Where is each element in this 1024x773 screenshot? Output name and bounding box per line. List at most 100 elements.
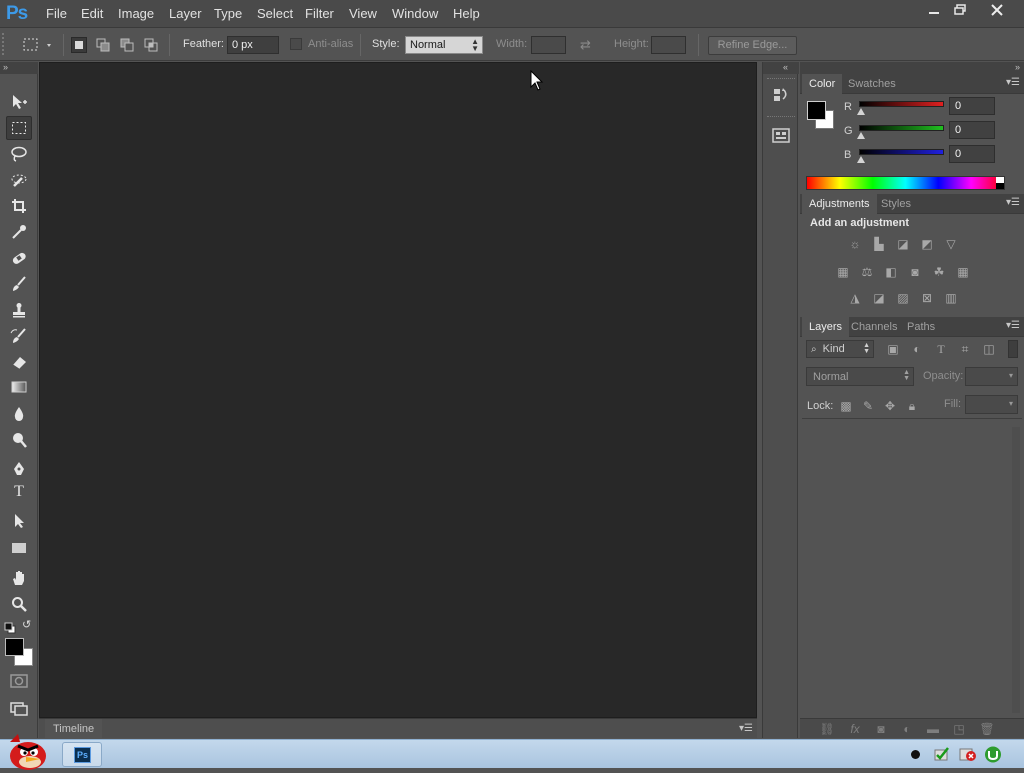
foreground-color-swatch[interactable]	[5, 638, 24, 656]
lock-all-button[interactable]: 🔒︎	[903, 399, 921, 413]
menu-layer[interactable]: Layer	[169, 6, 202, 21]
dodge-tool[interactable]	[6, 428, 32, 452]
slider-thumb-icon[interactable]	[857, 108, 865, 115]
channel-value-g[interactable]: 0	[949, 121, 995, 139]
posterize-button[interactable]: ◪	[870, 291, 888, 305]
height-input[interactable]	[651, 36, 686, 54]
tray-network-button[interactable]	[934, 746, 950, 762]
swap-colors-button[interactable]: ↺	[22, 620, 34, 632]
menu-window[interactable]: Window	[392, 6, 438, 21]
channel-slider-b[interactable]	[859, 149, 944, 155]
link-layers-button[interactable]: ⛓	[818, 722, 836, 736]
document-workspace[interactable]	[39, 62, 757, 718]
channel-mixer-button[interactable]: ☘	[930, 265, 948, 279]
new-adjustment-layer-button[interactable]: ◐	[898, 722, 916, 736]
hue-saturation-button[interactable]: ▦	[834, 265, 852, 279]
tab-channels[interactable]: Channels	[844, 317, 904, 337]
hand-tool[interactable]	[6, 566, 32, 590]
taskbar-photoshop-button[interactable]: Ps	[62, 742, 102, 767]
photo-filter-button[interactable]: ◙	[906, 265, 924, 279]
menu-select[interactable]: Select	[257, 6, 293, 21]
levels-button[interactable]: ▙	[870, 237, 888, 251]
crop-tool[interactable]	[6, 194, 32, 218]
quick-selection-tool[interactable]	[6, 168, 32, 192]
quick-mask-button[interactable]	[10, 674, 28, 688]
panel-menu-icon[interactable]: ▾☰	[1006, 78, 1020, 89]
path-selection-tool[interactable]	[6, 509, 32, 533]
options-bar-grip[interactable]	[2, 33, 10, 55]
menu-edit[interactable]: Edit	[81, 6, 103, 21]
opacity-input[interactable]: ▾	[965, 367, 1018, 386]
brightness-contrast-button[interactable]: ☼	[846, 237, 864, 251]
layers-scrollbar[interactable]	[1012, 427, 1020, 713]
strip-collapse-button[interactable]: «	[763, 62, 799, 74]
filter-pixel-button[interactable]: ▣	[884, 342, 902, 356]
channel-slider-r[interactable]	[859, 101, 944, 107]
move-tool[interactable]	[6, 90, 32, 114]
slider-thumb-icon[interactable]	[857, 156, 865, 163]
filter-smart-object-button[interactable]: ◫	[980, 342, 998, 356]
eyedropper-tool[interactable]	[6, 220, 32, 244]
tab-styles[interactable]: Styles	[874, 194, 918, 214]
tab-swatches[interactable]: Swatches	[841, 74, 903, 94]
rectangle-tool[interactable]	[6, 537, 32, 561]
invert-button[interactable]: ◮	[846, 291, 864, 305]
filter-adjustment-button[interactable]: ◐	[908, 342, 926, 356]
lasso-tool[interactable]	[6, 142, 32, 166]
lock-pixels-button[interactable]: ✎	[859, 399, 877, 413]
delete-layer-button[interactable]: 🗑︎	[978, 722, 996, 736]
tab-adjustments[interactable]: Adjustments	[802, 194, 877, 214]
color-lookup-button[interactable]: ▦	[954, 265, 972, 279]
default-colors-button[interactable]	[4, 622, 16, 634]
width-input[interactable]	[531, 36, 566, 54]
panel-menu-icon[interactable]: ▾☰	[739, 723, 753, 734]
history-panel-button[interactable]	[771, 87, 791, 107]
slider-thumb-icon[interactable]	[857, 132, 865, 139]
new-selection-button[interactable]	[71, 37, 87, 53]
record-indicator-icon[interactable]	[911, 750, 920, 759]
blur-tool[interactable]	[6, 402, 32, 426]
rectangular-marquee-tool[interactable]	[6, 116, 32, 140]
fill-input[interactable]: ▾	[965, 395, 1018, 414]
antialias-checkbox[interactable]	[290, 38, 302, 50]
feather-input[interactable]: 0 px	[227, 36, 279, 54]
style-select[interactable]: Normal ▲ ▼	[405, 36, 483, 54]
tray-utorrent-button[interactable]	[984, 746, 1002, 763]
pen-tool[interactable]	[6, 457, 32, 481]
threshold-button[interactable]: ▨	[894, 291, 912, 305]
menu-filter[interactable]: Filter	[305, 6, 334, 21]
brush-tool[interactable]	[6, 272, 32, 296]
tab-layers[interactable]: Layers	[802, 317, 850, 337]
color-panel-foreground-swatch[interactable]	[807, 101, 826, 120]
blend-mode-select[interactable]: Normal ▲ ▼	[806, 367, 914, 386]
selective-color-button[interactable]: ▥	[942, 291, 960, 305]
lock-transparent-button[interactable]: ▩	[837, 399, 855, 413]
tray-security-button[interactable]	[959, 746, 977, 762]
clone-stamp-tool[interactable]	[6, 298, 32, 322]
lock-position-button[interactable]: ✥	[881, 399, 899, 413]
eraser-tool[interactable]	[6, 350, 32, 374]
gradient-tool[interactable]	[6, 376, 32, 400]
new-group-button[interactable]: ▬	[924, 722, 942, 736]
menu-view[interactable]: View	[349, 6, 377, 21]
panel-menu-icon[interactable]: ▾☰	[1006, 321, 1020, 332]
black-white-button[interactable]: ◧	[882, 265, 900, 279]
new-layer-button[interactable]: ◳	[950, 722, 968, 736]
menu-help[interactable]: Help	[453, 6, 480, 21]
start-button[interactable]	[4, 732, 48, 770]
timeline-tab[interactable]: Timeline	[45, 719, 103, 739]
zoom-tool[interactable]	[6, 592, 32, 616]
filter-shape-button[interactable]: ⌗	[956, 342, 974, 356]
exposure-button[interactable]: ◩	[918, 237, 936, 251]
filter-toggle[interactable]	[1008, 340, 1018, 358]
channel-value-b[interactable]: 0	[949, 145, 995, 163]
color-balance-button[interactable]: ⚖	[858, 265, 876, 279]
close-button[interactable]	[978, 0, 1016, 20]
channel-value-r[interactable]: 0	[949, 97, 995, 115]
dock-collapse-button[interactable]: »	[800, 62, 1024, 74]
vibrance-button[interactable]: ▽	[942, 237, 960, 251]
panel-menu-icon[interactable]: ▾☰	[1006, 198, 1020, 209]
refine-edge-button[interactable]: Refine Edge...	[708, 36, 797, 55]
menu-file[interactable]: File	[46, 6, 67, 21]
black-swatch[interactable]	[996, 183, 1004, 189]
